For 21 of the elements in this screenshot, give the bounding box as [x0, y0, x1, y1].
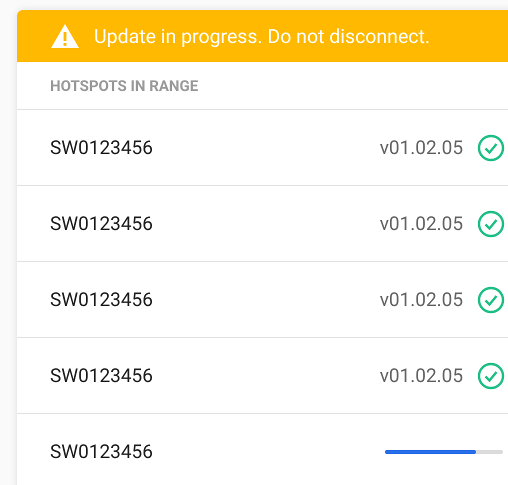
hotspot-name: SW0123456: [50, 212, 154, 235]
hotspot-name: SW0123456: [50, 136, 154, 159]
hotspot-name: SW0123456: [50, 288, 154, 311]
warning-icon: [50, 23, 80, 49]
hotspot-name: SW0123456: [50, 364, 154, 387]
hotspot-row[interactable]: SW0123456 v01.02.05: [17, 186, 508, 262]
hotspot-row[interactable]: SW0123456 v01.02.05: [17, 262, 508, 338]
firmware-version: v01.02.05: [380, 136, 463, 159]
check-circle-icon: [477, 134, 505, 162]
hotspot-row[interactable]: SW0123456 v01.02.05: [17, 110, 508, 186]
check-circle-icon: [477, 286, 505, 314]
section-title: HOTSPOTS IN RANGE: [50, 76, 198, 94]
hotspot-name: SW0123456: [50, 440, 154, 463]
banner-message: Update in progress. Do not disconnect.: [94, 24, 430, 48]
check-circle-icon: [477, 210, 505, 238]
firmware-version: v01.02.05: [380, 212, 463, 235]
hotspot-row[interactable]: SW0123456 v01.02.05: [17, 338, 508, 414]
hotspot-row[interactable]: SW0123456: [17, 414, 508, 485]
firmware-version: v01.02.05: [380, 288, 463, 311]
check-circle-icon: [477, 362, 505, 390]
firmware-version: v01.02.05: [380, 364, 463, 387]
